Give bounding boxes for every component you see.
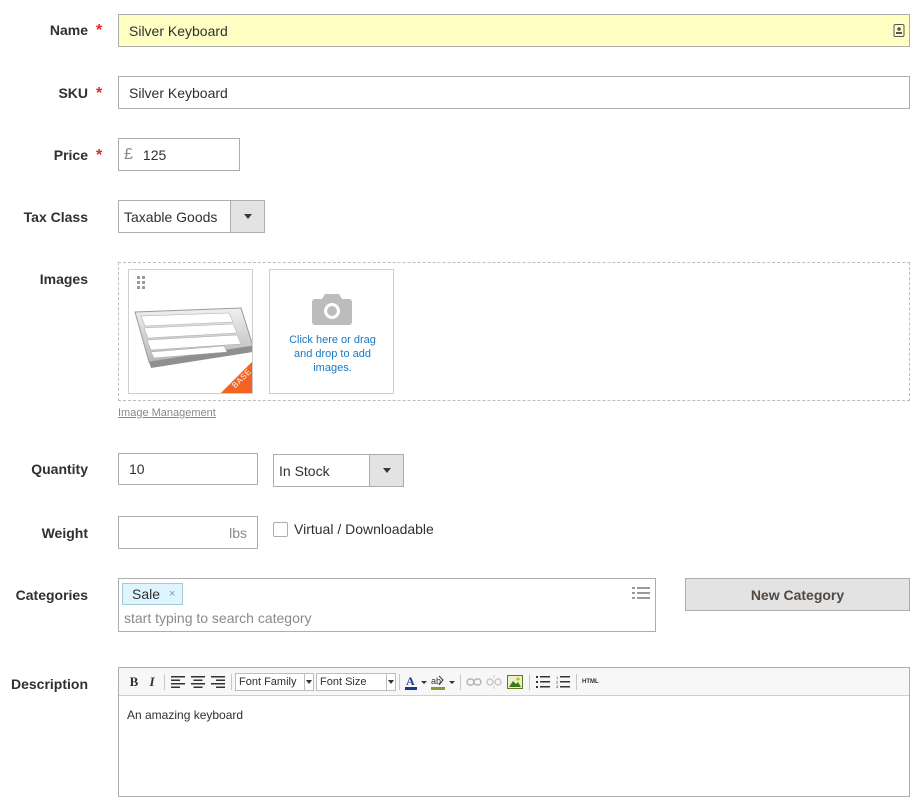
quantity-label: Quantity (31, 461, 88, 477)
link-icon[interactable] (464, 672, 484, 692)
images-label: Images (39, 271, 88, 287)
new-category-label: New Category (750, 586, 845, 603)
bullet-list-icon[interactable] (533, 672, 553, 692)
chevron-down-icon[interactable] (230, 201, 264, 232)
category-tag[interactable]: Sale × (122, 583, 184, 605)
tax-class-label: Tax Class (23, 209, 88, 225)
virtual-checkbox-label[interactable]: Virtual / Downloadable (294, 521, 434, 537)
weight-input[interactable]: lbs (118, 516, 258, 549)
chevron-down-icon[interactable] (369, 455, 403, 486)
tax-class-select[interactable]: Taxable Goods (118, 200, 265, 233)
sku-label: SKU (58, 85, 88, 101)
product-image-tile[interactable]: BASE (128, 269, 253, 394)
keyboard-image (134, 307, 252, 368)
weight-label: Weight (41, 525, 88, 541)
price-label: Price (53, 147, 88, 163)
svg-text:A: A (406, 674, 415, 688)
upload-image-tile[interactable]: Click here or drag and drop to add image… (269, 269, 394, 394)
sku-input[interactable]: Silver Keyboard (118, 76, 910, 109)
categories-label: Categories (15, 587, 88, 603)
chevron-down-icon[interactable] (304, 673, 313, 690)
align-right-icon[interactable] (208, 672, 228, 692)
category-multiselect[interactable]: Sale × start typing to search category (118, 578, 656, 632)
chevron-down-icon[interactable] (386, 673, 395, 690)
weight-unit: lbs (229, 524, 247, 541)
category-tag-label: Sale (132, 586, 161, 602)
bold-icon[interactable]: B (125, 672, 143, 692)
font-size-select[interactable]: Font Size (316, 672, 396, 691)
required-marker: * (96, 147, 103, 164)
description-label: Description (10, 676, 88, 692)
required-marker: * (96, 22, 103, 39)
name-input[interactable]: Silver Keyboard (118, 14, 910, 47)
quantity-value: 10 (129, 461, 145, 477)
insert-image-icon[interactable] (504, 672, 526, 692)
contact-card-icon[interactable] (893, 24, 905, 37)
image-management-link[interactable]: Image Management (118, 407, 216, 419)
highlight-color-icon[interactable]: ab (429, 672, 457, 692)
required-marker: * (96, 85, 103, 102)
camera-icon (311, 292, 353, 331)
font-family-value: Font Family (239, 675, 297, 688)
text-color-icon[interactable]: A (403, 672, 429, 692)
tax-class-value: Taxable Goods (124, 208, 218, 225)
sku-value: Silver Keyboard (129, 84, 228, 101)
category-search-placeholder[interactable]: start typing to search category (124, 610, 312, 626)
virtual-checkbox[interactable] (273, 522, 288, 537)
stock-status-select[interactable]: In Stock (273, 454, 404, 487)
new-category-button[interactable]: New Category (685, 578, 910, 611)
description-content[interactable]: An amazing keyboard (127, 708, 243, 722)
font-size-value: Font Size (320, 675, 367, 688)
svg-text:3: 3 (556, 684, 559, 688)
editor-toolbar: B I Font Family Font Size A ab 1 2 3 HTM… (119, 668, 909, 696)
align-left-icon[interactable] (168, 672, 188, 692)
price-value: 125 (142, 146, 167, 163)
html-source-button[interactable]: HTML (582, 672, 599, 692)
name-label: Name (49, 22, 88, 38)
close-icon[interactable]: × (169, 588, 175, 600)
font-family-select[interactable]: Font Family (235, 672, 314, 691)
list-icon[interactable] (632, 586, 650, 605)
currency-symbol: £ (124, 145, 133, 163)
stock-status-value: In Stock (279, 462, 330, 479)
unlink-icon[interactable] (484, 672, 504, 692)
numbered-list-icon[interactable]: 123 (553, 672, 573, 692)
quantity-input[interactable]: 10 (118, 453, 258, 485)
upload-hint[interactable]: Click here or drag and drop to add image… (280, 333, 385, 375)
description-editor[interactable]: B I Font Family Font Size A ab 1 2 3 HTM… (118, 667, 910, 797)
price-input[interactable]: £ 125 (118, 138, 240, 171)
align-center-icon[interactable] (188, 672, 208, 692)
italic-icon[interactable]: I (143, 672, 161, 692)
name-value: Silver Keyboard (129, 22, 228, 39)
